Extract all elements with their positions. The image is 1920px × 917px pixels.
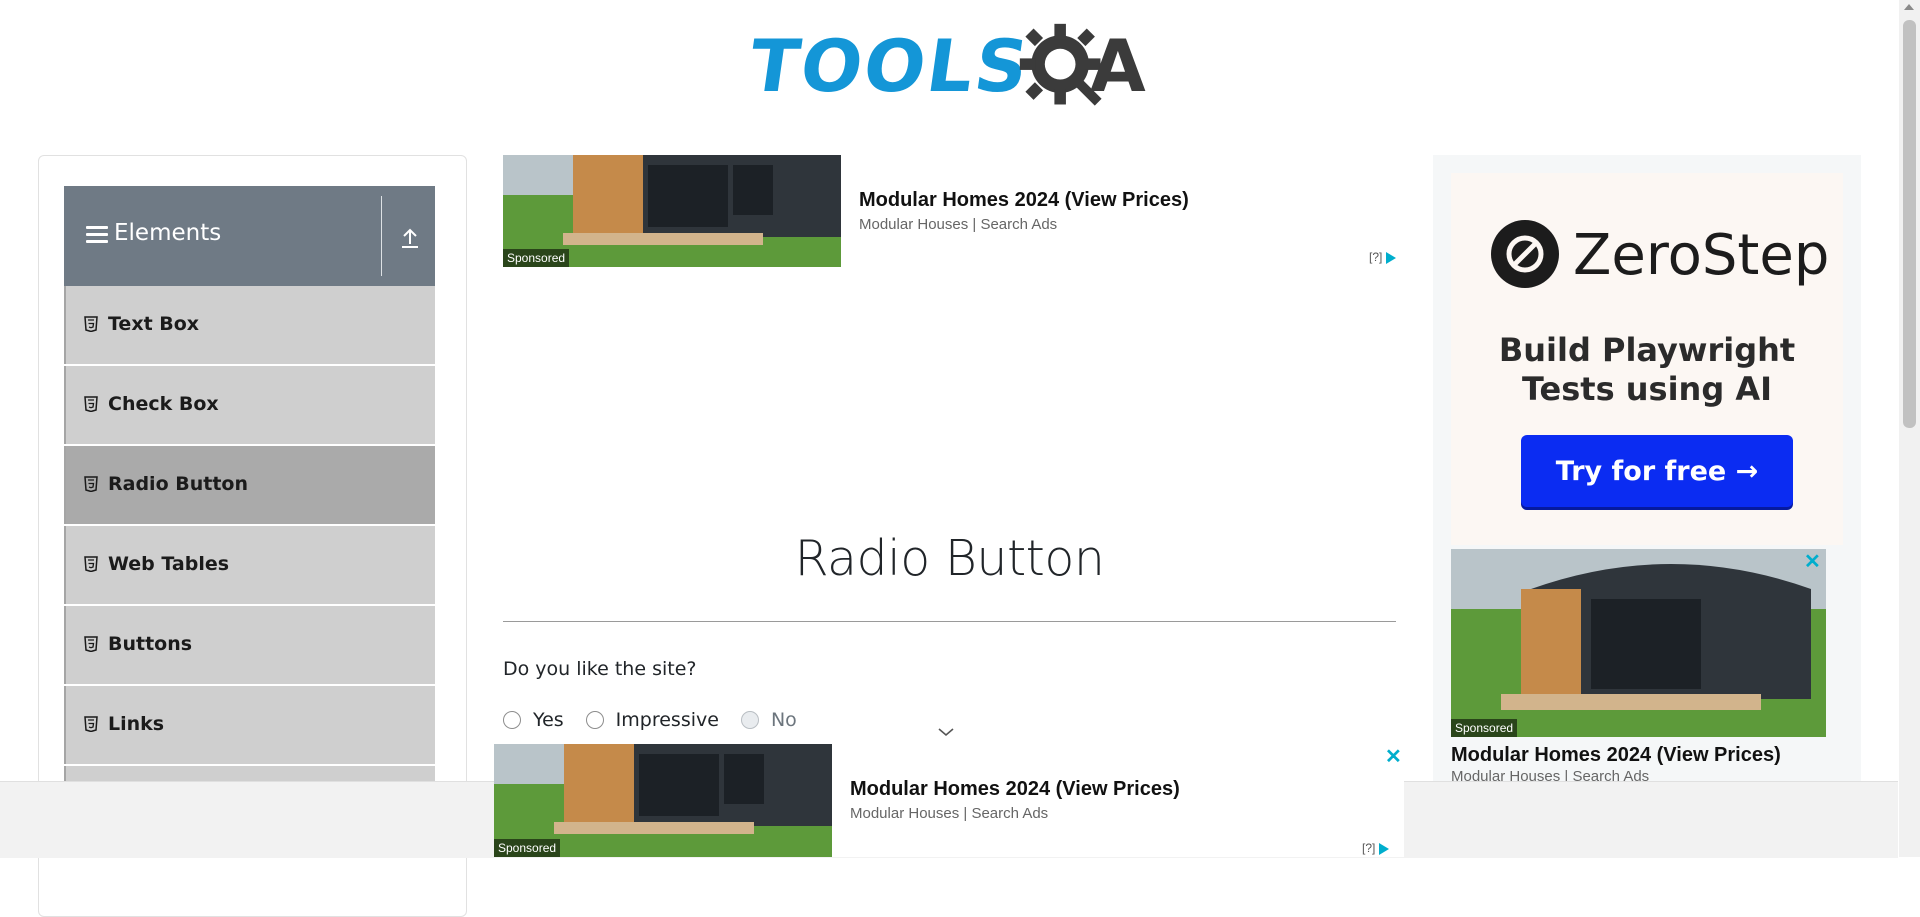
radio-impressive[interactable]	[585, 711, 604, 729]
radio-question: Do you like the site?	[503, 658, 697, 680]
zerostep-brand: ZeroStep	[1573, 223, 1830, 288]
elements-group-header[interactable]: Elements	[64, 186, 435, 286]
house-illustration	[1451, 549, 1826, 737]
chevron-down-icon[interactable]	[937, 726, 955, 738]
ad-banner-bottom[interactable]: Sponsored Modular Homes 2024 (View Price…	[494, 744, 1404, 857]
ad-title[interactable]: Modular Homes 2024 (View Prices)	[850, 778, 1180, 801]
collapse-up-icon[interactable]	[399, 226, 421, 250]
radio-yes[interactable]	[503, 711, 521, 729]
radio-label-impressive[interactable]: Impressive	[616, 709, 719, 731]
radio-group: Yes Impressive No	[503, 706, 819, 734]
html5-icon	[84, 556, 98, 572]
ad-house-image[interactable]: Sponsored	[494, 744, 832, 857]
adchoices-link[interactable]: [?]	[1362, 841, 1390, 855]
html5-icon	[84, 316, 98, 332]
adchoices-link[interactable]: [?]	[1369, 250, 1397, 264]
close-ad-icon[interactable]: ✕	[1385, 744, 1402, 769]
page-title: Radio Button	[794, 530, 1105, 587]
sidebar-item-label: Text Box	[108, 313, 200, 335]
header-divider	[381, 196, 382, 276]
html5-icon	[84, 396, 98, 412]
ad-subtitle[interactable]: Modular Houses | Search Ads	[850, 805, 1048, 822]
zerostep-logo-icon	[1491, 220, 1559, 288]
adchoices-label: [?]	[1369, 250, 1383, 264]
html5-icon	[84, 476, 98, 492]
ad-sidebar-right[interactable]: ZeroStep Build Playwright Tests using AI…	[1433, 155, 1861, 857]
sidebar-item-label: Links	[108, 713, 165, 735]
tagline-line-1: Build Playwright	[1498, 331, 1796, 369]
zerostep-ad[interactable]: ZeroStep Build Playwright Tests using AI…	[1451, 173, 1843, 545]
sidebar-item-label: Buttons	[108, 633, 193, 655]
ad-house-image[interactable]: Sponsored	[503, 155, 841, 267]
ad-banner-top[interactable]: Sponsored Modular Homes 2024 (View Price…	[503, 155, 1413, 267]
ad-title[interactable]: Modular Homes 2024 (View Prices)	[1451, 744, 1781, 767]
sidebar-item-web-tables[interactable]: Web Tables	[64, 526, 435, 604]
sponsored-label: Sponsored	[494, 839, 561, 857]
radio-label-no: No	[770, 709, 797, 731]
adchoices-icon	[1379, 842, 1390, 855]
close-ad-icon[interactable]: ✕	[1804, 549, 1821, 574]
hamburger-icon	[86, 226, 108, 244]
logo-text-tools: TOOLS	[744, 24, 1036, 108]
logo-text-a: A	[1090, 24, 1148, 108]
sidebar-item-buttons[interactable]: Buttons	[64, 606, 435, 684]
ad-subtitle[interactable]: Modular Houses | Search Ads	[859, 216, 1057, 233]
sidebar-item-label: Web Tables	[108, 553, 230, 575]
sidebar-item-label: Radio Button	[108, 473, 248, 495]
sponsored-label: Sponsored	[503, 249, 570, 267]
sidebar-item-text-box[interactable]: Text Box	[64, 286, 435, 364]
html5-icon	[84, 636, 98, 652]
radio-label-yes[interactable]: Yes	[533, 709, 564, 731]
adchoices-label: [?]	[1362, 841, 1376, 855]
ad-title[interactable]: Modular Homes 2024 (View Prices)	[859, 189, 1189, 212]
group-title: Elements	[114, 220, 222, 246]
zerostep-tagline: Build Playwright Tests using AI	[1451, 331, 1843, 409]
sponsored-label: Sponsored	[1451, 719, 1518, 737]
scroll-up-arrow-icon[interactable]	[1904, 4, 1914, 10]
sidebar-item-label: Check Box	[108, 393, 219, 415]
sidebar-item-radio-button[interactable]: Radio Button	[64, 446, 435, 524]
ad-house-image[interactable]: Sponsored	[1451, 549, 1826, 737]
try-for-free-button[interactable]: Try for free →	[1521, 435, 1793, 507]
sidebar-item-check-box[interactable]: Check Box	[64, 366, 435, 444]
adchoices-icon	[1386, 251, 1397, 264]
toolsqa-logo[interactable]: TOOLS A	[744, 18, 1154, 114]
radio-no	[740, 711, 759, 729]
page-scrollbar[interactable]	[1899, 0, 1920, 857]
tagline-line-2: Tests using AI	[1521, 370, 1773, 408]
html5-icon	[84, 716, 98, 732]
sidebar-item-links[interactable]: Links	[64, 686, 435, 764]
scrollbar-thumb[interactable]	[1903, 20, 1916, 428]
title-divider	[503, 621, 1396, 622]
sidebar-menu: Text Box Check Box Radio Button Web Tabl…	[64, 286, 435, 846]
